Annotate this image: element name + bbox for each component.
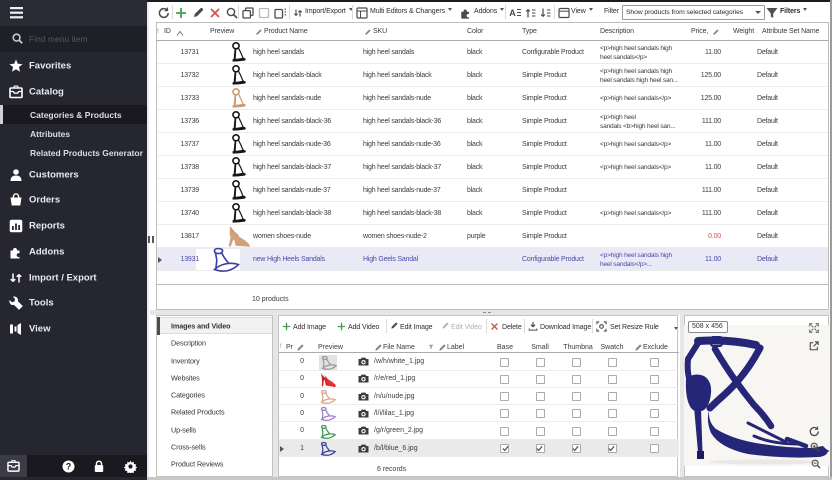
svg-text:A: A bbox=[509, 8, 516, 18]
svg-text:?: ? bbox=[66, 462, 72, 472]
